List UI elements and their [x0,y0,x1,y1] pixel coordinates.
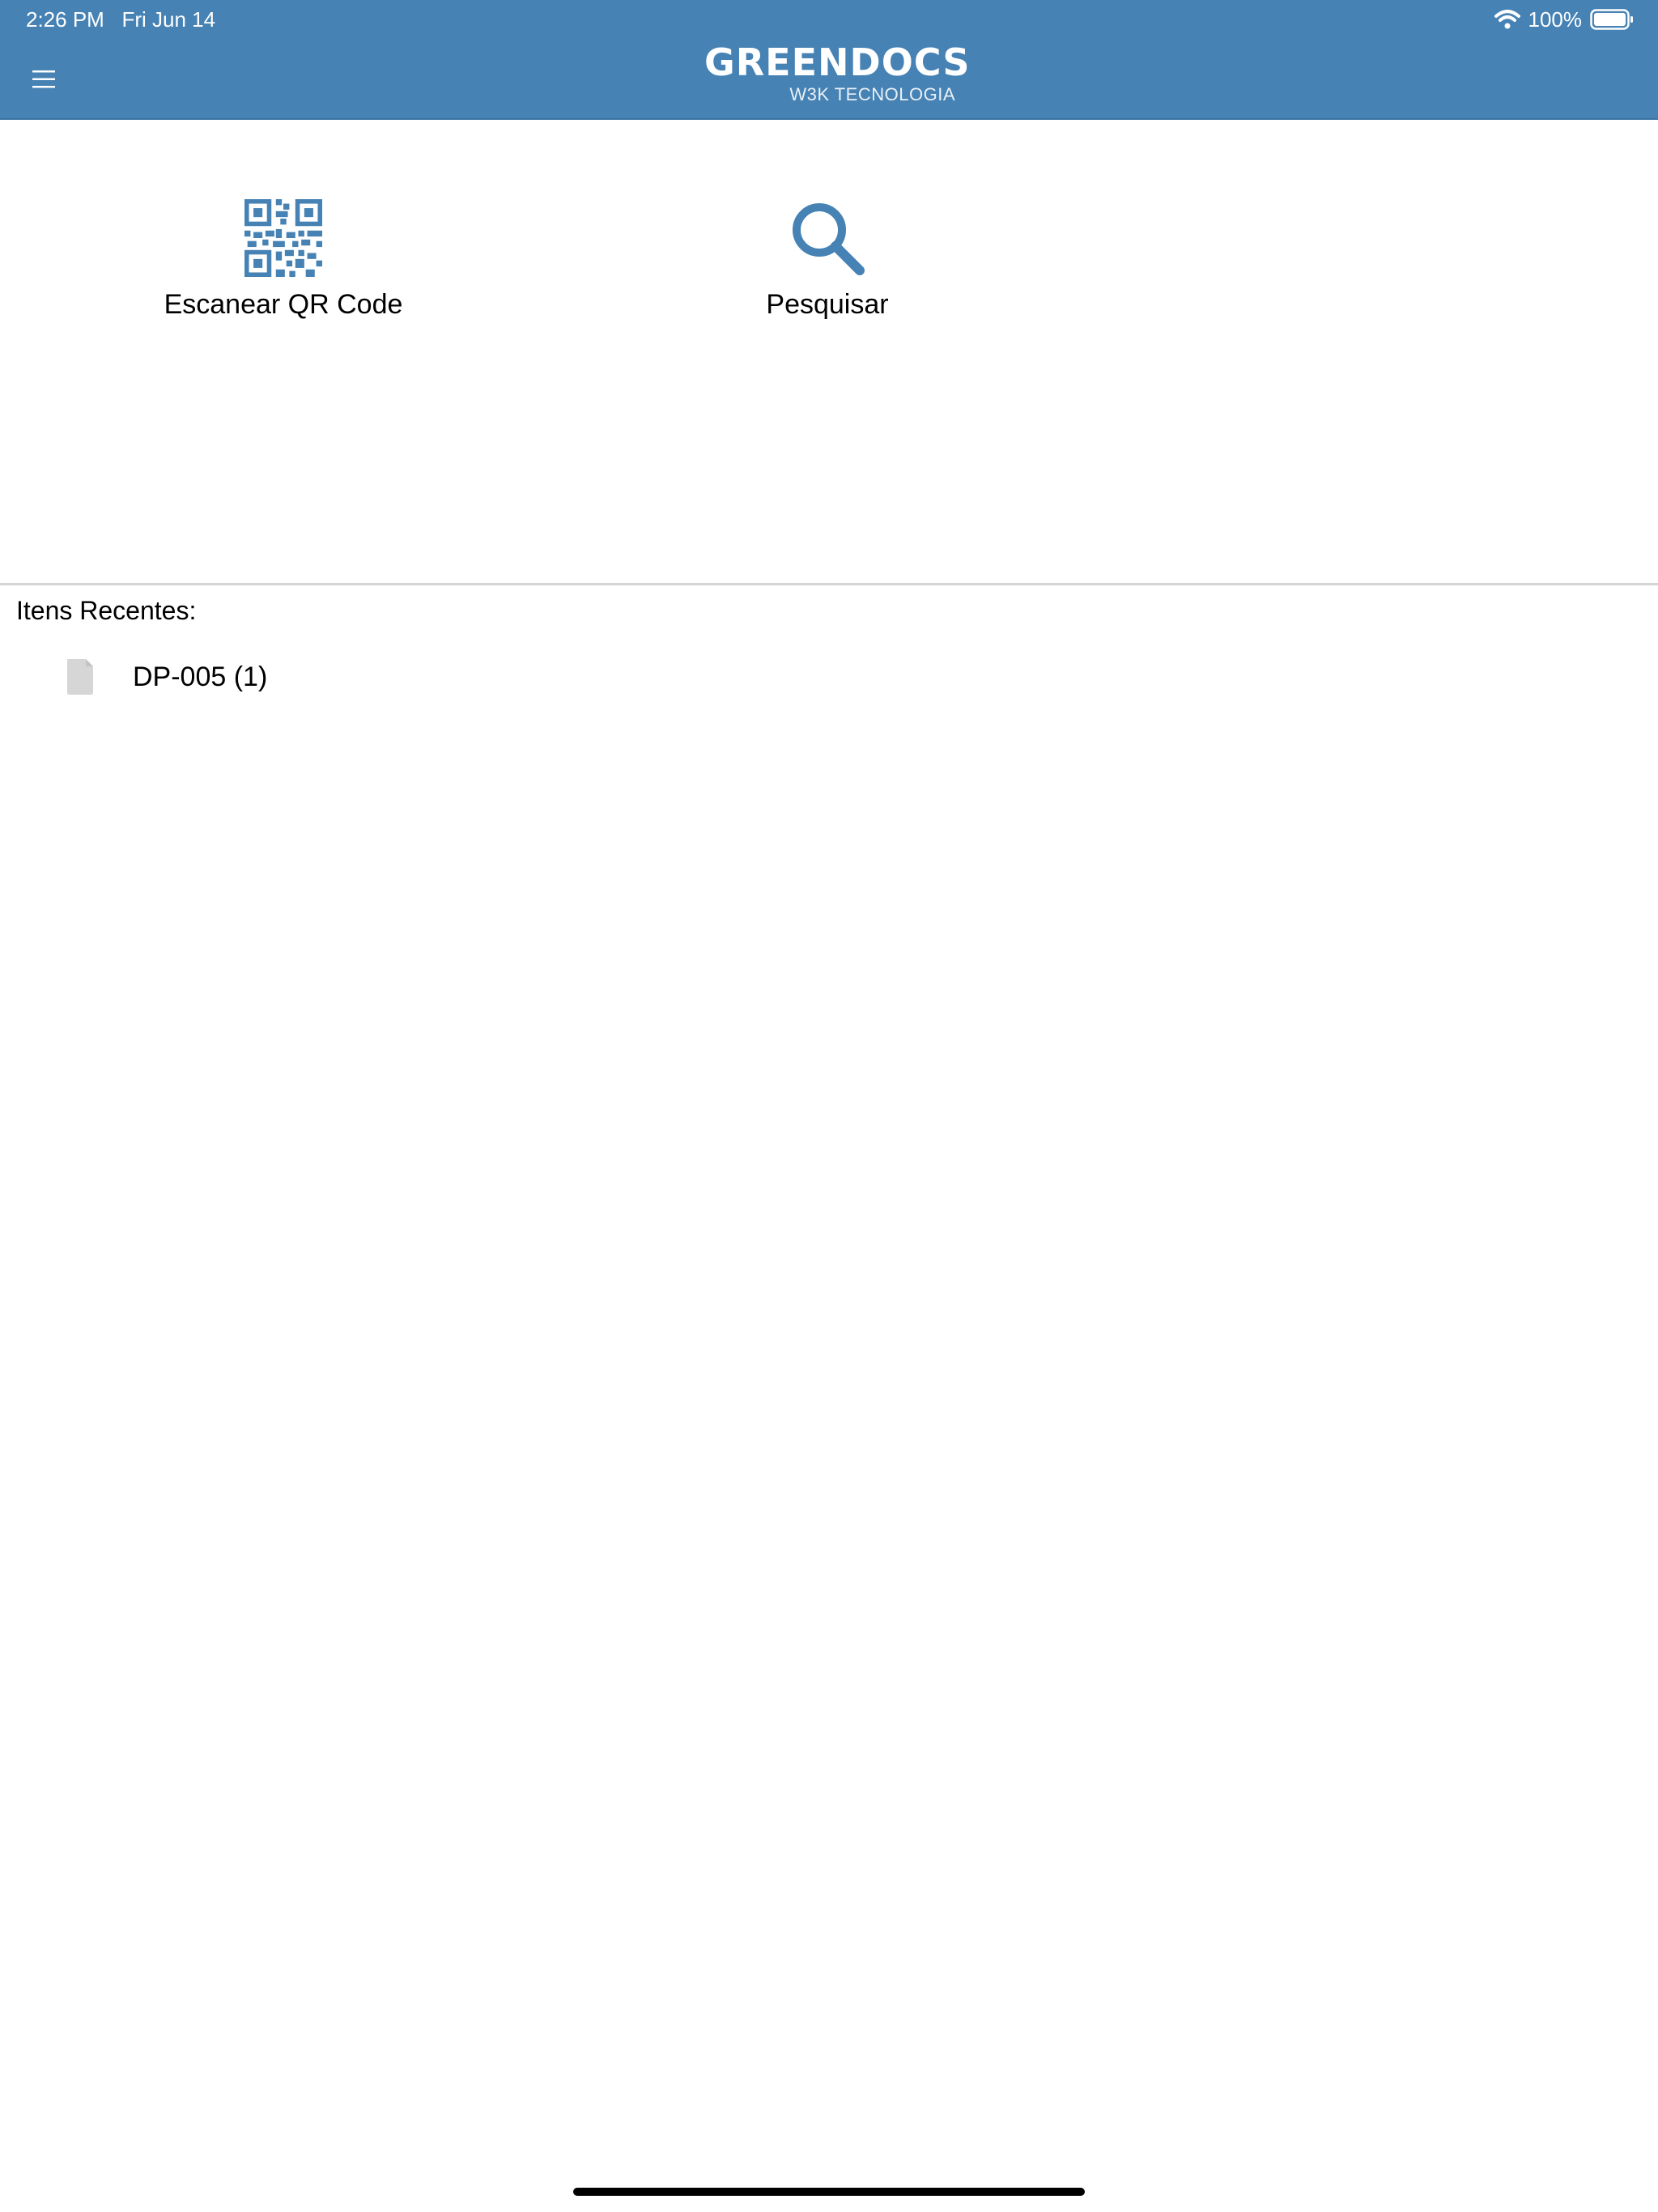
scan-qr-button[interactable]: Escanear QR Code [121,199,445,329]
scan-qr-label: Escanear QR Code [164,289,403,320]
search-icon [793,203,865,275]
status-date: Fri Jun 14 [121,7,216,32]
app-header: 2:26 PM Fri Jun 14 100% GREENDOCS W3K TE… [0,0,1658,120]
document-icon [67,659,93,695]
recent-items-heading: Itens Recentes: [16,596,197,625]
qr-code-icon [244,199,322,277]
brand-title: GREENDOCS [704,40,971,84]
status-bar-time: 2:26 PM Fri Jun 14 [26,6,215,32]
brand-logo: GREENDOCS W3K TECNOLOGIA [704,40,971,107]
app-screen: 2:26 PM Fri Jun 14 100% GREENDOCS W3K TE… [0,0,1658,2212]
battery-icon [1590,9,1634,30]
battery-percent: 100% [1528,7,1583,32]
status-time: 2:26 PM [26,7,104,32]
status-bar-right: 100% [1494,6,1635,32]
brand-subtitle: W3K TECNOLOGIA [789,84,955,104]
search-label: Pesquisar [766,289,889,320]
wifi-icon [1494,10,1520,29]
search-button[interactable]: Pesquisar [665,199,989,329]
section-divider [0,583,1658,585]
home-indicator[interactable] [573,2188,1085,2196]
hamburger-menu-icon [32,70,55,88]
menu-button[interactable] [24,60,63,99]
recent-item[interactable]: DP-005 (1) [49,648,615,706]
recent-item-label: DP-005 (1) [133,661,268,692]
